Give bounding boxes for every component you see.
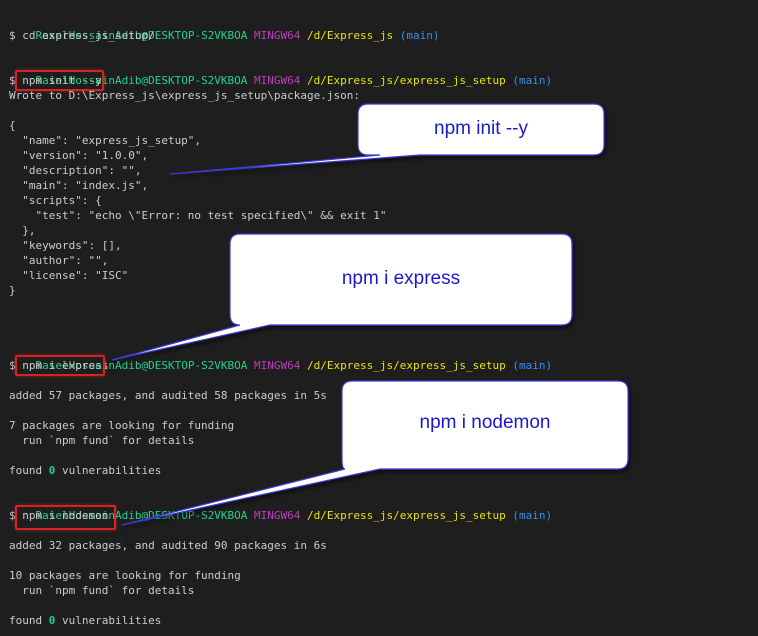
prompt-branch: (main) [399, 29, 440, 42]
found-prefix: found [9, 614, 49, 627]
command-highlight-box [15, 355, 105, 376]
output-line: run `npm fund` for details [9, 584, 195, 597]
prompt-path: /d/Express_js [307, 29, 394, 42]
callout-bubble-express [111, 233, 573, 361]
prompt-shell: MINGW64 [254, 509, 301, 522]
prompt-line: RaselHossainAdib@DESKTOP-S2VKBOA MINGW64… [9, 13, 440, 42]
output-line: "scripts": { [9, 194, 102, 207]
prompt-shell: MINGW64 [254, 359, 301, 372]
vulnerability-suffix: vulnerabilities [55, 614, 162, 627]
prompt-branch: (main) [512, 74, 553, 87]
output-line: added 57 packages, and audited 58 packag… [9, 389, 327, 402]
prompt-branch: (main) [512, 509, 553, 522]
output-line: 7 packages are looking for funding [9, 419, 235, 432]
command-line: $ cd express_js_setup/ [9, 28, 155, 43]
output-line: "name": "express_js_setup", [9, 134, 202, 147]
output-line: "author": "", [9, 254, 109, 267]
terminal-window[interactable]: RaselHossainAdib@DESKTOP-S2VKBOA MINGW64… [0, 0, 758, 636]
prompt-path: /d/Express_js/express_js_setup [307, 509, 506, 522]
prompt-path: /d/Express_js/express_js_setup [307, 74, 506, 87]
output-line: }, [9, 224, 36, 237]
prompt-shell: MINGW64 [254, 74, 301, 87]
output-line: 10 packages are looking for funding [9, 569, 241, 582]
prompt-shell: MINGW64 [254, 29, 301, 42]
found-prefix: found [9, 464, 49, 477]
output-line: "keywords": [], [9, 239, 122, 252]
output-line: { [9, 119, 16, 132]
output-line: "test": "echo \"Error: no test specified… [9, 209, 387, 222]
vulnerability-suffix: vulnerabilities [55, 464, 162, 477]
output-line: Wrote to D:\Express_js\express_js_setup\… [9, 89, 360, 102]
command-text: cd express_js_setup/ [22, 29, 155, 42]
prompt-branch: (main) [512, 359, 553, 372]
command-highlight-box [15, 505, 116, 530]
callout-label-express: npm i express [341, 268, 461, 289]
vulnerability-summary: found 0 vulnerabilities [9, 613, 161, 628]
output-line: "description": "", [9, 164, 142, 177]
output-line: "main": "index.js", [9, 179, 149, 192]
output-line: } [9, 284, 16, 297]
output-line: "license": "ISC" [9, 269, 129, 282]
callout-label-nodemon: npm i nodemon [419, 412, 551, 433]
vulnerability-summary: found 0 vulnerabilities [9, 463, 161, 478]
output-line: added 32 packages, and audited 90 packag… [9, 539, 327, 552]
callout-label-init: npm init --y [434, 118, 528, 139]
output-line: "version": "1.0.0", [9, 149, 149, 162]
command-prefix: $ [9, 29, 23, 42]
prompt-path: /d/Express_js/express_js_setup [307, 359, 506, 372]
output-line: run `npm fund` for details [9, 434, 195, 447]
